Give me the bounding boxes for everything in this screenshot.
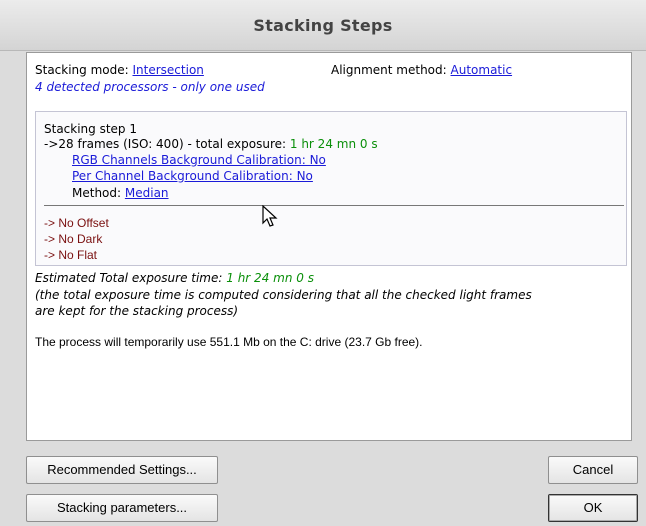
stacking-mode-row: Stacking mode: Intersection xyxy=(35,63,204,77)
title-bar[interactable]: Stacking Steps xyxy=(0,0,646,51)
stacking-info-panel: Stacking mode: Intersection Alignment me… xyxy=(26,52,632,441)
disk-usage-text: The process will temporarily use 551.1 M… xyxy=(35,335,423,349)
cancel-button[interactable]: Cancel xyxy=(548,456,638,484)
window-title: Stacking Steps xyxy=(253,16,393,35)
estimated-exposure-row: Estimated Total exposure time: 1 hr 24 m… xyxy=(35,271,314,285)
offset-status: -> No Offset xyxy=(44,216,109,230)
step-title: Stacking step 1 xyxy=(44,122,137,136)
stacking-parameters-button[interactable]: Stacking parameters... xyxy=(26,494,218,522)
frames-text: ->28 frames (ISO: 400) - total exposure: xyxy=(44,137,287,151)
method-row: Method: Median xyxy=(72,186,169,200)
estimated-exposure-value: 1 hr 24 mn 0 s xyxy=(226,271,314,285)
mouse-cursor-icon xyxy=(262,205,278,227)
exposure-note-line2: are kept for the stacking process) xyxy=(35,304,239,318)
method-link[interactable]: Median xyxy=(125,186,169,200)
alignment-method-link[interactable]: Automatic xyxy=(451,63,513,77)
stacking-mode-link[interactable]: Intersection xyxy=(133,63,204,77)
stacking-step-box: Stacking step 1 ->28 frames (ISO: 400) -… xyxy=(35,111,627,266)
processors-note: 4 detected processors - only one used xyxy=(35,80,265,94)
stacking-steps-dialog: Stacking Steps Stacking mode: Intersecti… xyxy=(0,0,646,526)
flat-status: -> No Flat xyxy=(44,248,98,262)
estimated-exposure-label: Estimated Total exposure time: xyxy=(35,271,223,285)
method-label: Method: xyxy=(72,186,122,200)
alignment-method-row: Alignment method: Automatic xyxy=(331,63,512,77)
rgb-calibration-link[interactable]: RGB Channels Background Calibration: No xyxy=(72,153,326,167)
recommended-settings-button[interactable]: Recommended Settings... xyxy=(26,456,218,484)
frames-row: ->28 frames (ISO: 400) - total exposure:… xyxy=(44,137,378,151)
stacking-mode-label: Stacking mode: xyxy=(35,63,129,77)
frames-exposure: 1 hr 24 mn 0 s xyxy=(289,137,378,151)
alignment-method-label: Alignment method: xyxy=(331,63,447,77)
ok-button[interactable]: OK xyxy=(548,494,638,522)
step-divider xyxy=(44,205,624,206)
per-channel-calibration-link[interactable]: Per Channel Background Calibration: No xyxy=(72,169,313,183)
exposure-note-line1: (the total exposure time is computed con… xyxy=(35,288,532,302)
dark-status: -> No Dark xyxy=(44,232,103,246)
